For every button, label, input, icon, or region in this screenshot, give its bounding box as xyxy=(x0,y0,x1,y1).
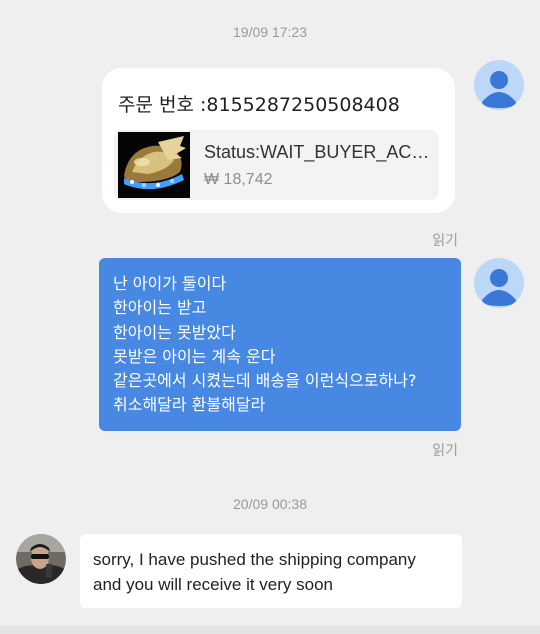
product-status: Status:WAIT_BUYER_AC… xyxy=(204,142,430,162)
message-line: 못받은 아이는 계속 운다 xyxy=(113,346,276,366)
chat-screen: 19/09 17:23 주문 번호 :8155287250508408 Stat… xyxy=(0,0,540,634)
seller-message-bubble[interactable]: sorry, I have pushed the shipping compan… xyxy=(80,534,462,608)
default-user-icon xyxy=(482,71,516,108)
order-message-bubble[interactable]: 주문 번호 :8155287250508408 Status:WAIT_BUYE… xyxy=(102,68,455,213)
input-area-edge xyxy=(0,626,540,634)
message-line: and you will receive it very soon xyxy=(93,575,334,594)
seller-photo-icon xyxy=(16,534,66,584)
message-timestamp: 19/09 17:23 xyxy=(233,24,307,40)
product-thumbnail xyxy=(118,132,190,198)
product-card[interactable]: Status:WAIT_BUYER_AC… ₩ 18,742 xyxy=(114,130,439,200)
message-timestamp: 20/09 00:38 xyxy=(233,496,307,512)
default-user-icon xyxy=(482,269,516,306)
message-line: 한아이는 받고 xyxy=(113,298,207,318)
message-line: 같은곳에서 시켰는데 배송을 이런식으로하나? xyxy=(113,371,417,391)
message-line: sorry, I have pushed the shipping compan… xyxy=(93,550,416,569)
message-line: 취소해달라 환불해달라 xyxy=(113,395,266,415)
read-receipt: 읽기 xyxy=(432,443,458,459)
message-line: 한아이는 못받았다 xyxy=(113,322,236,342)
order-number: 주문 번호 :8155287250508408 xyxy=(118,94,400,116)
light-up-shoe-image xyxy=(118,132,190,198)
message-line: 난 아이가 둘이다 xyxy=(113,274,227,293)
user-avatar[interactable] xyxy=(474,258,524,308)
product-price: ₩ 18,742 xyxy=(204,171,273,188)
user-avatar[interactable] xyxy=(474,60,524,110)
read-receipt: 읽기 xyxy=(432,233,458,249)
user-message-bubble[interactable]: 난 아이가 둘이다 한아이는 받고 한아이는 못받았다 못받은 아이는 계속 운… xyxy=(99,258,461,431)
seller-avatar[interactable] xyxy=(16,534,66,584)
